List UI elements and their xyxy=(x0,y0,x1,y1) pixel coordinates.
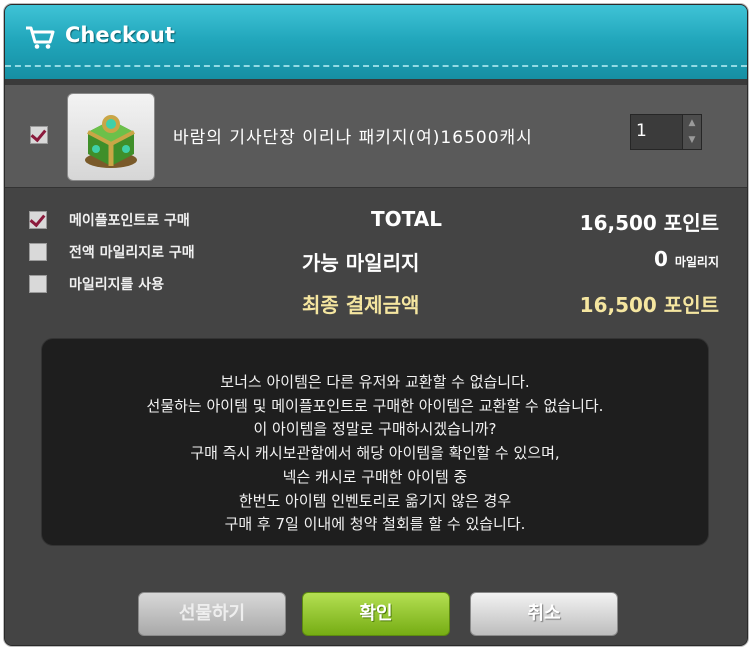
cancel-button[interactable]: 취소 xyxy=(470,592,618,636)
item-select-checkbox[interactable] xyxy=(30,126,48,144)
quantity-spinner[interactable]: ▲ ▼ xyxy=(682,115,701,149)
final-amount-value: 16,500 포인트 xyxy=(579,293,719,317)
notice-line: 한번도 아이템 인벤토리로 옮기지 않은 경우 xyxy=(238,491,512,510)
item-name: 바람의 기사단장 이리나 패키지(여)16500캐시 xyxy=(173,128,533,148)
quantity-stepper[interactable]: 1 ▲ ▼ xyxy=(630,114,702,150)
option-maple-points-checkbox[interactable] xyxy=(29,211,47,229)
notice-line: 이 아이템을 정말로 구매하시겠습니까? xyxy=(253,420,497,439)
chevron-up-icon[interactable]: ▲ xyxy=(683,115,701,132)
cart-icon xyxy=(26,26,55,49)
option-label: 마일리지를 사용 xyxy=(69,277,165,293)
notice-line: 구매 즉시 캐시보관함에서 해당 아이템을 확인할 수 있으며, xyxy=(190,444,560,463)
title-bar: Checkout xyxy=(5,5,747,79)
quantity-value[interactable]: 1 xyxy=(636,121,647,141)
option-maple-points[interactable]: 메이플포인트로 구매 xyxy=(29,210,190,230)
mileage-label: 가능 마일리지 xyxy=(302,251,420,275)
final-amount-label: 최종 결제금액 xyxy=(302,293,420,317)
mileage-amount: 0 마일리지 xyxy=(654,247,719,271)
notice-box: 보너스 아이템은 다른 유저와 교환할 수 없습니다. 선물하는 아이템 및 메… xyxy=(41,338,709,546)
confirm-button[interactable]: 확인 xyxy=(302,592,450,636)
option-use-mileage-checkbox[interactable] xyxy=(29,275,47,293)
item-package-icon xyxy=(67,93,155,181)
mileage-unit: 마일리지 xyxy=(674,255,719,269)
notice-line: 넥슨 캐시로 구매한 아이템 중 xyxy=(282,467,468,486)
option-label: 전액 마일리지로 구매 xyxy=(69,245,195,261)
chevron-down-icon[interactable]: ▼ xyxy=(683,132,701,149)
notice-line: 선물하는 아이템 및 메이플포인트로 구매한 아이템은 교환할 수 없습니다. xyxy=(146,396,604,415)
notice-line: 보너스 아이템은 다른 유저와 교환할 수 없습니다. xyxy=(220,373,530,391)
mileage-value: 0 xyxy=(653,247,668,271)
checkout-dialog: Checkout 바람의 기사단장 이리나 패키지(여)16500캐시 1 ▲ xyxy=(4,4,748,646)
gift-button[interactable]: 선물하기 xyxy=(138,592,286,636)
window-title: Checkout xyxy=(65,23,175,47)
notice-line: 구매 후 7일 이내에 청약 철회를 할 수 있습니다. xyxy=(224,515,526,534)
title-divider xyxy=(5,65,747,67)
option-full-mileage[interactable]: 전액 마일리지로 구매 xyxy=(29,242,195,262)
option-use-mileage[interactable]: 마일리지를 사용 xyxy=(29,274,164,294)
cart-item-row: 바람의 기사단장 이리나 패키지(여)16500캐시 1 ▲ ▼ xyxy=(5,85,747,188)
total-value: 16,500 포인트 xyxy=(579,211,719,235)
option-full-mileage-checkbox[interactable] xyxy=(29,243,47,261)
payment-panel: 메이플포인트로 구매 전액 마일리지로 구매 마일리지를 사용 TOTAL 16… xyxy=(5,188,747,645)
option-label: 메이플포인트로 구매 xyxy=(69,213,190,229)
total-label: TOTAL xyxy=(371,207,442,231)
